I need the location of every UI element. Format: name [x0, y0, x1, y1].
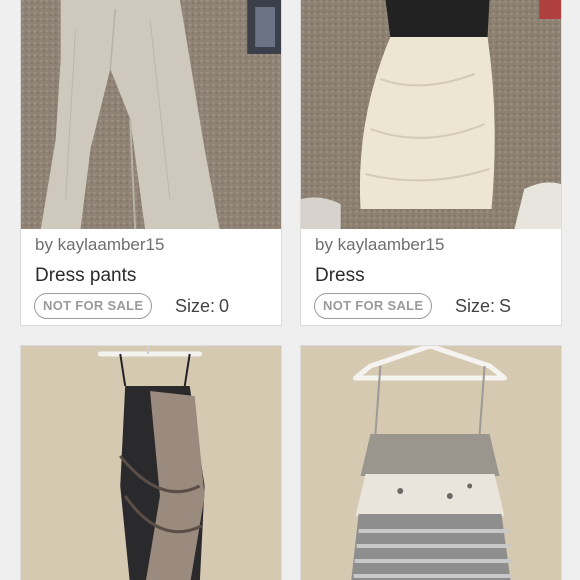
seller-name[interactable]: by kaylaamber15 [315, 235, 444, 255]
ruffle-top-photo [301, 346, 561, 580]
listing-card[interactable] [20, 345, 282, 580]
size-info: Size: S [451, 293, 511, 319]
seller-name[interactable]: by kaylaamber15 [35, 235, 164, 255]
listing-title[interactable]: Dress pants [35, 265, 136, 287]
listing-card[interactable]: by kaylaamber15 Dress NOT FOR SALE Size:… [300, 0, 562, 326]
listing-photo[interactable] [301, 346, 561, 580]
listing-photo[interactable] [21, 346, 281, 580]
size-label: Size: [175, 296, 216, 316]
dark-dress-photo [21, 346, 281, 580]
size-info: Size: 0 [171, 293, 229, 319]
size-value: 0 [219, 296, 230, 316]
listing-card[interactable]: by kaylaamber15 Dress pants NOT FOR SALE… [20, 0, 282, 326]
dress-pants-photo [21, 0, 281, 229]
listing-card[interactable] [300, 345, 562, 580]
dress-photo [301, 0, 561, 229]
listing-photo[interactable] [21, 0, 281, 229]
status-badge: NOT FOR SALE [314, 293, 433, 319]
listing-photo[interactable] [301, 0, 561, 229]
size-label: Size: [455, 296, 496, 316]
size-value: S [499, 296, 512, 316]
status-badge: NOT FOR SALE [34, 293, 153, 319]
listing-grid: by kaylaamber15 Dress pants NOT FOR SALE… [0, 0, 580, 580]
listing-title[interactable]: Dress [315, 265, 365, 287]
